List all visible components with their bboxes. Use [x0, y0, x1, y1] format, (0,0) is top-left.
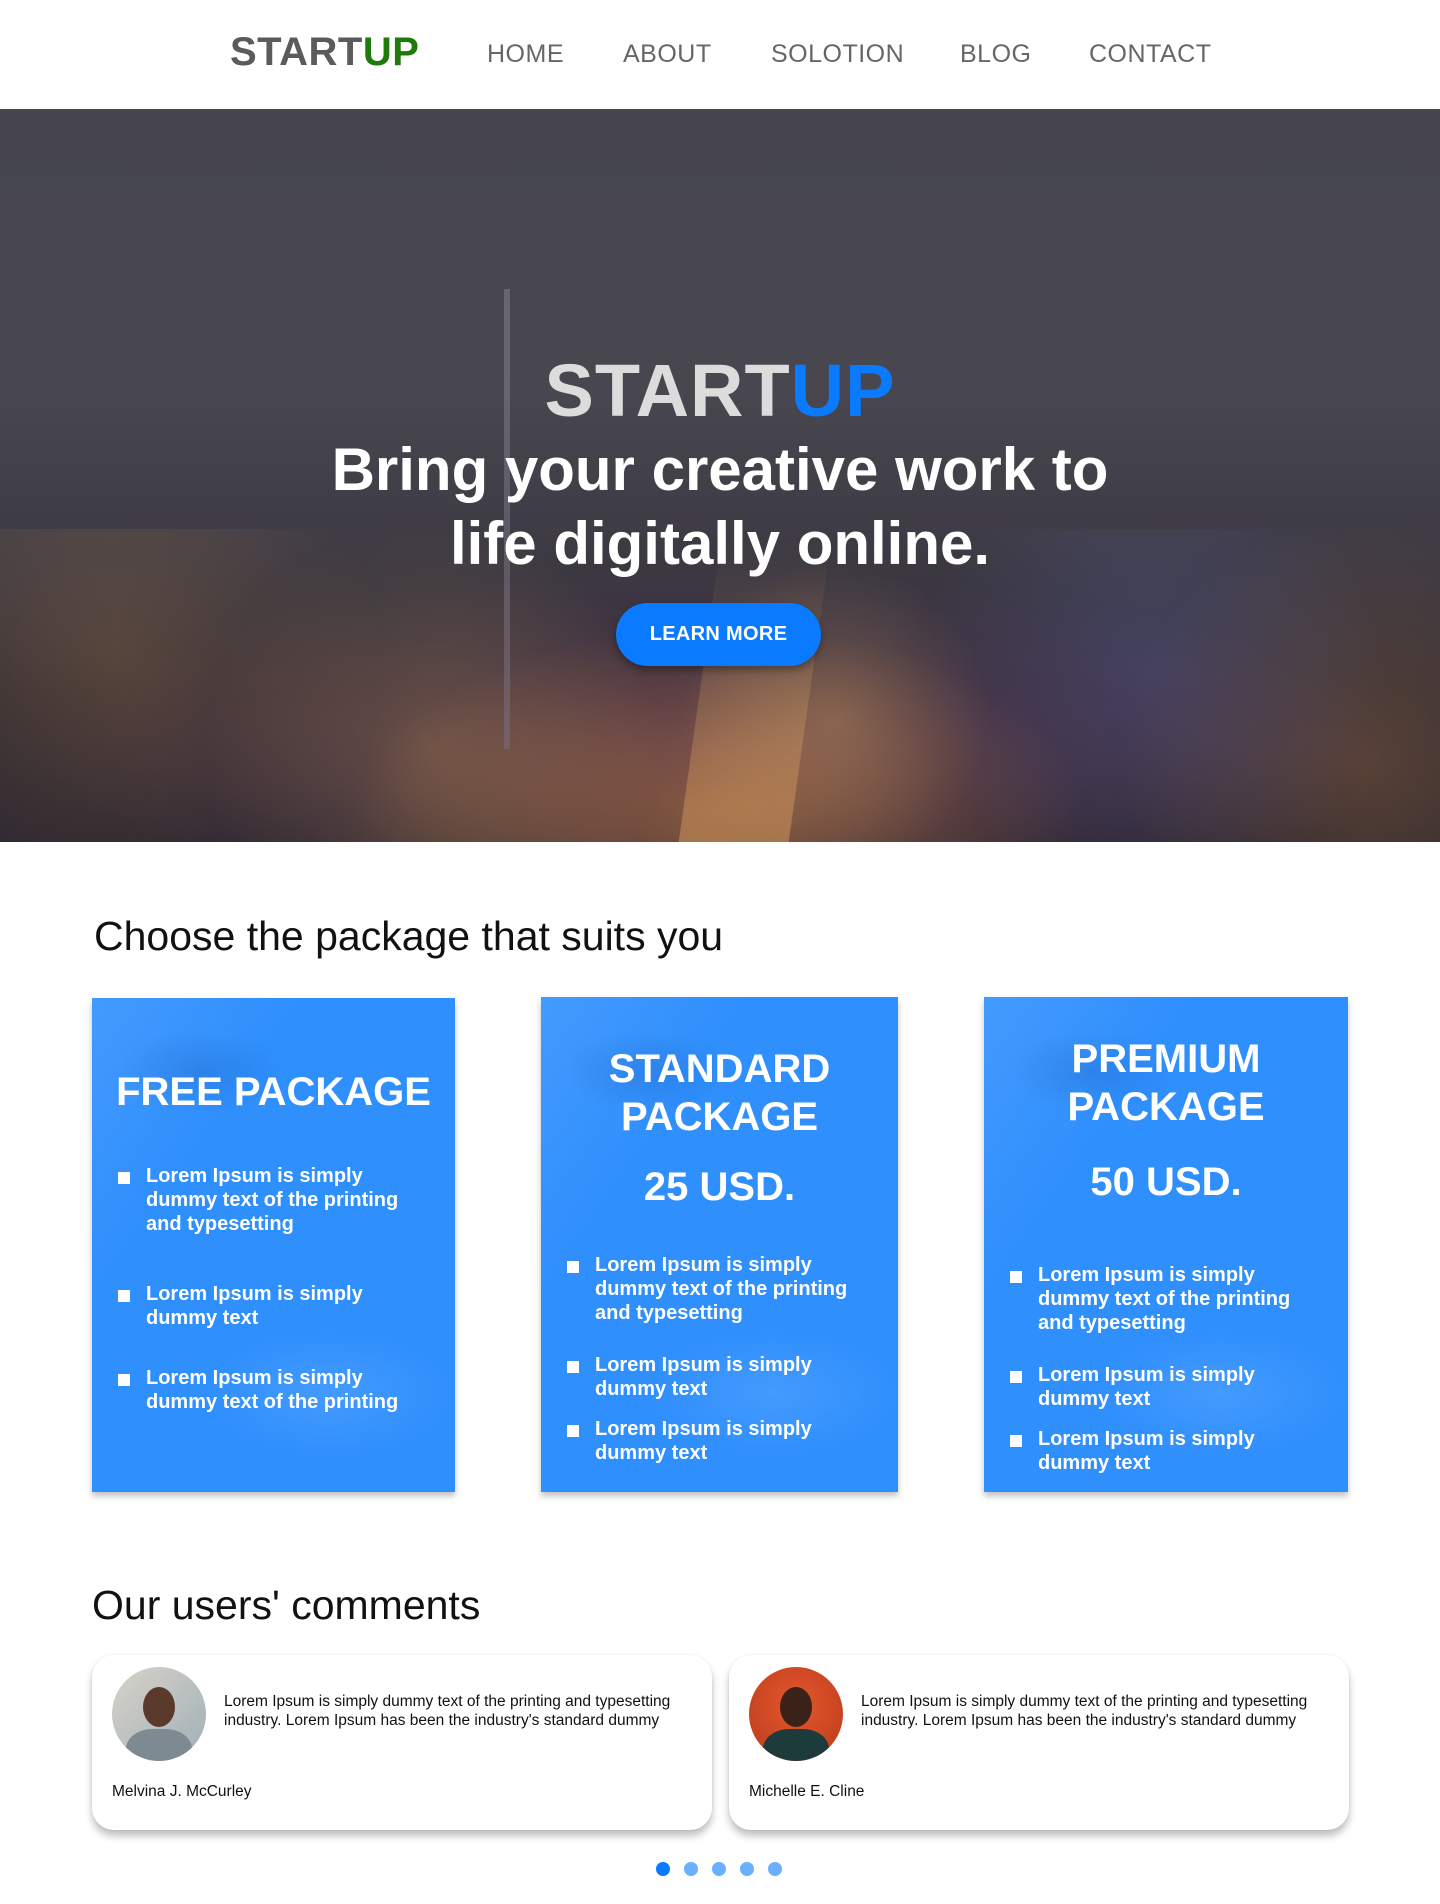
package-title-line1: FREE PACKAGE [116, 1070, 431, 1114]
package-feature-text: Lorem Ipsum is simply dummy text of the … [1038, 1264, 1291, 1334]
package-feature-text: Lorem Ipsum is simply dummy text [1038, 1364, 1255, 1410]
avatar [749, 1667, 843, 1761]
package-feature: Lorem Ipsum is simply dummy text [567, 1417, 878, 1465]
hero-title-up: UP [790, 349, 896, 432]
hero-title-start: START [544, 349, 791, 432]
site-logo[interactable]: STARTUP [230, 30, 419, 75]
package-price: 50 USD. [1090, 1160, 1242, 1204]
package-feature: Lorem Ipsum is simply dummy text [567, 1353, 878, 1401]
avatar [112, 1667, 206, 1761]
package-feature: Lorem Ipsum is simply dummy text of the … [118, 1164, 435, 1236]
square-bullet-icon [118, 1172, 130, 1184]
package-feature-text: Lorem Ipsum is simply dummy text [595, 1354, 812, 1400]
nav-about[interactable]: ABOUT [623, 40, 712, 69]
avatar-head [143, 1687, 175, 1727]
square-bullet-icon [1010, 1371, 1022, 1383]
package-price: 25 USD. [643, 1165, 796, 1209]
carousel-dot-4[interactable] [740, 1862, 754, 1876]
nav-home[interactable]: HOME [487, 40, 564, 69]
square-bullet-icon [567, 1425, 579, 1437]
comment-text: Lorem Ipsum is simply dummy text of the … [861, 1693, 1308, 1729]
carousel-dot-3[interactable] [712, 1862, 726, 1876]
commenter-name: Melvina J. McCurley [112, 1783, 252, 1800]
comment-card: Lorem Ipsum is simply dummy text of the … [92, 1655, 712, 1830]
avatar-head [780, 1687, 812, 1727]
package-card-free[interactable]: FREE PACKAGE Lorem Ipsum is simply dummy… [92, 998, 455, 1492]
avatar-body [763, 1729, 829, 1761]
square-bullet-icon [1010, 1435, 1022, 1447]
square-bullet-icon [567, 1261, 579, 1273]
hero-subtitle: Bring your creative work to life digital… [300, 433, 1140, 581]
avatar-body [126, 1729, 192, 1761]
logo-part-up: UP [362, 30, 420, 74]
logo-part-start: START [230, 30, 363, 74]
package-feature-text: Lorem Ipsum is simply dummy text [146, 1283, 363, 1329]
package-feature: Lorem Ipsum is simply dummy text [1010, 1427, 1328, 1475]
package-title-line1: STANDARD [608, 1047, 831, 1091]
comment-text: Lorem Ipsum is simply dummy text of the … [224, 1693, 671, 1729]
nav-blog[interactable]: BLOG [960, 40, 1031, 69]
carousel-dot-2[interactable] [684, 1862, 698, 1876]
nav-contact[interactable]: CONTACT [1089, 40, 1211, 69]
package-card-premium[interactable]: PREMIUM PACKAGE 50 USD. Lorem Ipsum is s… [984, 997, 1348, 1492]
carousel-dot-1[interactable] [656, 1862, 670, 1876]
package-feature: Lorem Ipsum is simply dummy text [1010, 1363, 1328, 1411]
packages-heading: Choose the package that suits you [94, 913, 724, 959]
square-bullet-icon [1010, 1271, 1022, 1283]
commenter-name: Michelle E. Cline [749, 1783, 865, 1800]
package-title: STANDARD PACKAGE [541, 1045, 898, 1141]
package-feature-text: Lorem Ipsum is simply dummy text [595, 1418, 812, 1464]
package-title: FREE PACKAGE [92, 1068, 455, 1116]
learn-more-button[interactable]: LEARN MORE [616, 603, 821, 666]
package-feature-text: Lorem Ipsum is simply dummy text of the … [146, 1367, 399, 1413]
square-bullet-icon [118, 1374, 130, 1386]
package-feature: Lorem Ipsum is simply dummy text of the … [567, 1253, 878, 1325]
package-title-line2: PACKAGE [1067, 1085, 1265, 1129]
package-feature: Lorem Ipsum is simply dummy text of the … [1010, 1263, 1328, 1335]
package-title: PREMIUM PACKAGE [984, 1035, 1348, 1131]
nav-solution[interactable]: SOLOTION [771, 40, 904, 69]
package-feature-text: Lorem Ipsum is simply dummy text [1038, 1428, 1255, 1474]
package-feature-text: Lorem Ipsum is simply dummy text of the … [595, 1254, 848, 1324]
top-navbar: STARTUP HOME ABOUT SOLOTION BLOG CONTACT [0, 0, 1440, 109]
square-bullet-icon [567, 1361, 579, 1373]
hero-subtitle-line2: life digitally online. [449, 510, 991, 577]
carousel-dot-5[interactable] [768, 1862, 782, 1876]
comments-heading: Our users' comments [92, 1582, 481, 1628]
package-title-line2: PACKAGE [620, 1095, 819, 1139]
package-feature: Lorem Ipsum is simply dummy text of the … [118, 1366, 435, 1414]
square-bullet-icon [118, 1290, 130, 1302]
package-title-line1: PREMIUM [1071, 1037, 1261, 1081]
package-card-standard[interactable]: STANDARD PACKAGE 25 USD. Lorem Ipsum is … [541, 997, 898, 1492]
hero-title: STARTUP [0, 348, 1440, 433]
hero-subtitle-line1: Bring your creative work to [331, 436, 1109, 503]
package-feature-text: Lorem Ipsum is simply dummy text of the … [146, 1165, 399, 1235]
package-feature: Lorem Ipsum is simply dummy text [118, 1282, 435, 1330]
comment-card: Lorem Ipsum is simply dummy text of the … [729, 1655, 1349, 1830]
